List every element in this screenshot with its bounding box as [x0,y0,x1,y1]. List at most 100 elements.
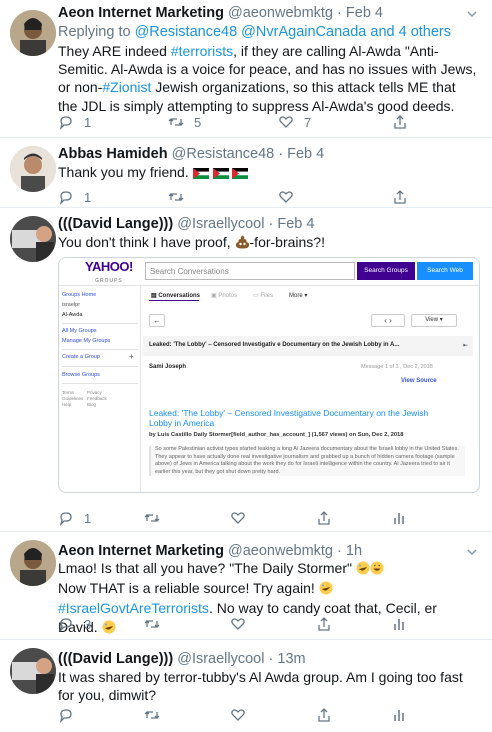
avatar[interactable] [10,10,56,56]
chevron-down-icon[interactable] [466,545,478,557]
reply-icon [59,709,72,723]
article-byline: by Luis Castillo Daily Stormer[field_aut… [149,432,404,438]
reply-button[interactable]: 1 [58,509,91,527]
timestamp[interactable]: Feb 4 [287,146,324,162]
avatar[interactable] [10,540,56,586]
search-groups-button: Search Groups [357,262,415,280]
reply-icon [59,512,72,526]
reply-icon [59,116,72,130]
rofl-emoji-icon [319,581,333,599]
sidebar-item: All My Groups [62,328,97,334]
handle[interactable]: @Resistance48 [172,146,275,162]
search-web-button: Search Web [417,262,473,280]
reply-icon [59,618,72,632]
analytics-button[interactable] [392,615,418,633]
like-button[interactable]: 7 [278,113,311,131]
attached-image[interactable]: YAHOO! GROUPS Search Conversations Search… [58,257,480,493]
like-button[interactable] [278,188,304,206]
reply-others-link[interactable]: and 4 others [370,24,451,40]
like-button[interactable] [230,615,256,633]
sidebar-item: Manage My Groups [62,338,111,344]
yahoo-groups-logo: YAHOO! GROUPS [85,259,133,285]
share-button[interactable] [316,615,342,633]
back-arrow-icon: ← [149,314,165,327]
display-name[interactable]: Aeon Internet Marketing [58,5,224,21]
retweet-button[interactable]: 5 [168,113,201,131]
like-button[interactable] [230,509,256,527]
tweet-4[interactable]: Aeon Internet Marketing @aeonwebmktg · 1… [0,532,492,640]
like-button[interactable] [230,706,256,724]
timestamp[interactable]: Feb 4 [346,5,383,21]
tab-conversations: ▤ Conversations [151,293,201,299]
reply-button[interactable]: 1 [58,188,91,206]
dot-separator: · [278,146,284,162]
display-name[interactable]: (((David Lange))) [58,216,173,232]
retweet-icon [144,514,160,522]
article-title: Leaked: 'The Lobby' – Censored Investiga… [149,408,429,428]
tweet-2[interactable]: Abbas Hamideh @Resistance48 · Feb 4 Than… [0,138,492,208]
share-button[interactable] [392,188,418,206]
tweet-5[interactable]: (((David Lange))) @Israellycool · 13m It… [0,640,492,732]
handle[interactable]: @Israellycool [177,216,264,232]
heart-icon [279,191,293,203]
heart-icon [231,512,245,524]
sidebar-item: israelpr [62,302,81,308]
avatar[interactable] [10,216,56,262]
avatar[interactable] [10,146,56,192]
tweet-text: It was shared by terror-tubby's Al Awda … [58,669,463,704]
message-meta: Message 1 of 1 , Dec 2, 2018 [361,364,433,370]
tweet-text: Thank you my friend. [58,163,478,183]
search-input: Search Conversations [145,262,355,280]
retweet-button[interactable] [144,706,170,724]
tweet-1[interactable]: Aeon Internet Marketing @aeonwebmktg · F… [0,0,492,138]
reply-user-links[interactable]: @Resistance48 @NvrAgainCanada [135,24,367,40]
timestamp[interactable]: 1h [346,543,362,559]
analytics-button[interactable] [392,509,418,527]
timestamp[interactable]: Feb 4 [277,216,314,232]
tab-files: ▭ Files [253,293,274,299]
share-button[interactable] [392,113,418,131]
yahoo-sidebar: Groups Home israelpr Al-Awda All My Grou… [59,286,141,492]
expand-icon: ⇤ [463,343,469,349]
handle[interactable]: @aeonwebmktg [228,5,333,21]
handle[interactable]: @aeonwebmktg [228,543,333,559]
retweet-button[interactable] [144,509,170,527]
poop-emoji-icon [235,235,250,253]
retweet-button[interactable] [168,188,194,206]
share-button[interactable] [316,706,342,724]
dot-separator: · [337,543,342,559]
message-sender: Sami Joseph [149,364,187,370]
palestine-flag-icon [232,165,249,183]
hashtag-link[interactable]: #IsraelGovtAreTerrorists [58,600,209,616]
dot-separator: · [268,216,274,232]
chevron-down-icon[interactable] [466,7,478,19]
share-icon [318,617,330,631]
reply-button[interactable]: 3 [58,615,91,633]
hashtag-link[interactable]: #Zionist [102,79,151,95]
avatar[interactable] [10,648,56,694]
share-icon [394,115,406,129]
share-button[interactable] [316,509,342,527]
timestamp[interactable]: 13m [277,651,305,667]
rofl-emoji-icon [356,561,370,579]
share-icon [318,511,330,525]
reply-icon [59,191,72,205]
reply-button[interactable] [58,706,84,724]
pager-arrows-icon: ‹ › [371,314,405,327]
view-source-link: View Source [401,378,437,384]
view-dropdown: View ▾ [411,314,457,327]
retweet-icon [144,620,160,628]
analytics-button[interactable] [392,706,418,724]
display-name[interactable]: Aeon Internet Marketing [58,543,224,559]
replying-to: Replying to @Resistance48 @NvrAgainCanad… [58,24,451,40]
palestine-flag-icon [192,165,209,183]
heart-icon [231,618,245,630]
reply-button[interactable]: 1 [58,113,91,131]
hashtag-link[interactable]: #terrorists [171,43,233,59]
sidebar-item: Create a Group [62,354,100,360]
display-name[interactable]: Abbas Hamideh [58,146,168,162]
display-name[interactable]: (((David Lange))) [58,651,173,667]
plus-icon: + [129,352,134,361]
retweet-button[interactable] [144,615,170,633]
handle[interactable]: @Israellycool [177,651,264,667]
